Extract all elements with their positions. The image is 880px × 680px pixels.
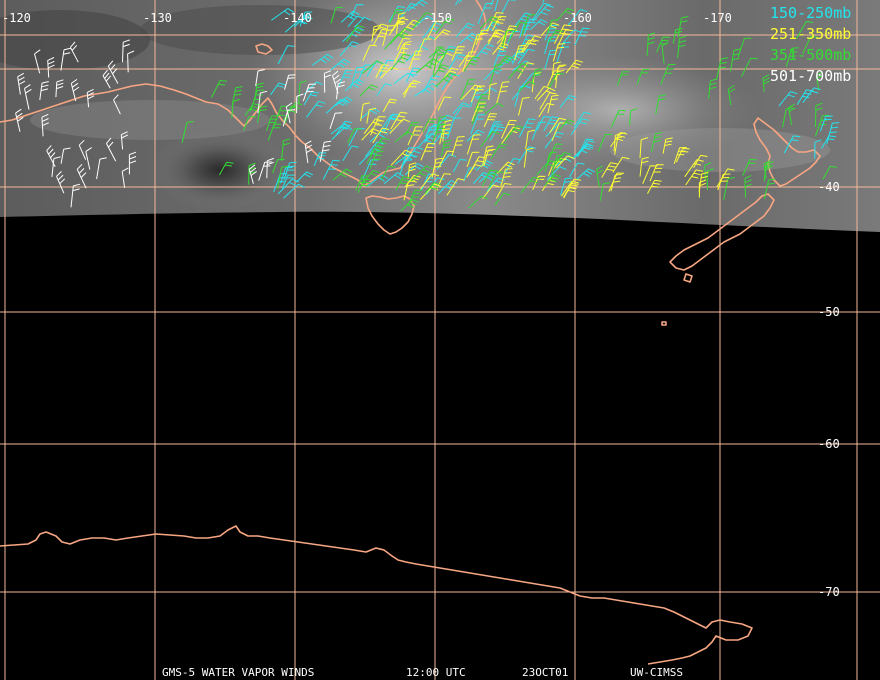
longitude-label: -150 [423, 11, 452, 25]
longitude-label: -130 [143, 11, 172, 25]
legend-item-501-700: 501-700mb [770, 67, 851, 85]
water-vapor-wind-map: -120 -130 -140 -150 -160 -170 -40 -50 -6… [0, 0, 880, 680]
legend-item-150-250: 150-250mb [770, 4, 851, 22]
footer-time: 12:00 UTC [406, 666, 466, 679]
footer-source: UW-CIMSS [630, 666, 683, 679]
latitude-label: -50 [818, 305, 840, 319]
latitude-label: -40 [818, 180, 840, 194]
longitude-label: -170 [703, 11, 732, 25]
small-island [661, 321, 667, 326]
antarctica-coast [0, 525, 753, 665]
legend-item-351-500: 351-500mb [770, 46, 851, 64]
latitude-labels: -40 -50 -60 -70 [818, 180, 840, 599]
longitude-label: -140 [283, 11, 312, 25]
stewart-island [683, 273, 693, 283]
longitude-label: -160 [563, 11, 592, 25]
footer-date: 23OCT01 [522, 666, 568, 679]
latitude-label: -70 [818, 585, 840, 599]
footer-caption: GMS-5 WATER VAPOR WINDS 12:00 UTC 23OCT0… [162, 666, 683, 679]
latitude-label: -60 [818, 437, 840, 451]
map-canvas: -120 -130 -140 -150 -160 -170 -40 -50 -6… [0, 0, 880, 680]
legend-item-251-350: 251-350mb [770, 25, 851, 43]
footer-satellite: GMS-5 WATER VAPOR WINDS [162, 666, 314, 679]
longitude-label: -120 [2, 11, 31, 25]
pressure-legend: 150-250mb 251-350mb 351-500mb 501-700mb [770, 4, 851, 85]
